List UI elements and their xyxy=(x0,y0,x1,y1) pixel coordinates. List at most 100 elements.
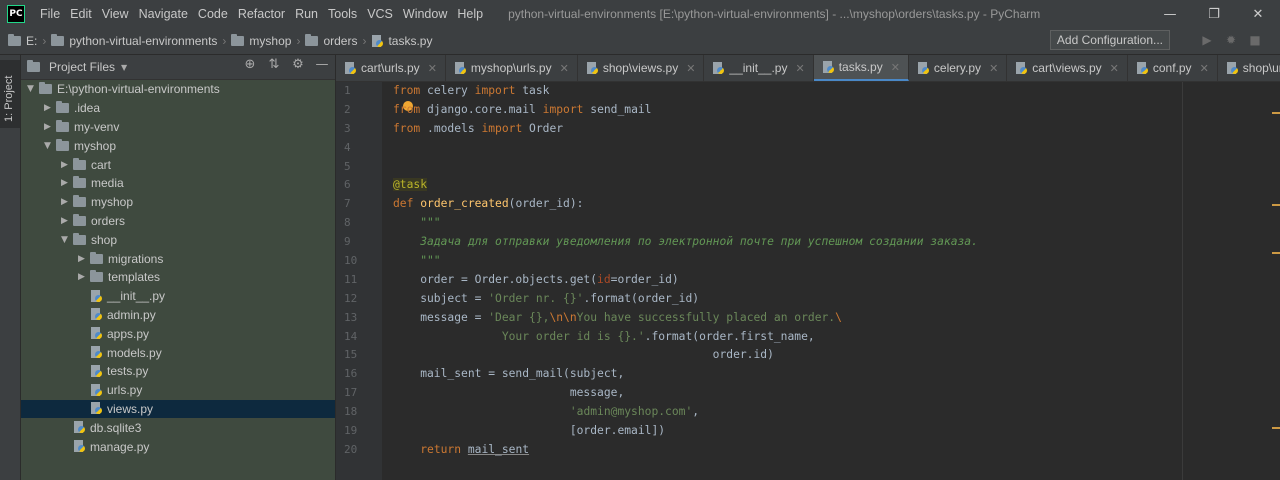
editor-tab[interactable]: shop\views.py ✕ xyxy=(578,55,705,81)
tree-item[interactable]: views.py xyxy=(21,399,335,419)
menu-item-tools[interactable]: Tools xyxy=(323,7,362,21)
menu-item-view[interactable]: View xyxy=(97,7,134,21)
tree-item[interactable]: ▶ my-venv xyxy=(21,118,335,137)
breadcrumb-item[interactable]: orders xyxy=(305,34,357,48)
python-file-icon xyxy=(73,440,86,453)
stripe-marker[interactable] xyxy=(1272,204,1280,206)
code-token: \n\n xyxy=(549,310,577,324)
tree-item[interactable]: models.py xyxy=(21,343,335,362)
menu-item-edit[interactable]: Edit xyxy=(65,7,97,21)
tree-item[interactable]: db.sqlite3 xyxy=(21,418,335,437)
close-tab-icon[interactable]: ✕ xyxy=(686,62,695,75)
menu-item-code[interactable]: Code xyxy=(193,7,233,21)
editor-tab[interactable]: myshop\urls.py ✕ xyxy=(446,55,578,81)
menu-item-run[interactable]: Run xyxy=(290,7,323,21)
editor: cart\urls.py ✕ myshop\urls.py ✕ shop\views.p… xyxy=(336,55,1280,480)
tree-item[interactable]: admin.py xyxy=(21,306,335,325)
expanded-arrow-icon[interactable]: ▼ xyxy=(61,235,73,245)
menu-item-vcs[interactable]: VCS xyxy=(362,7,398,21)
collapsed-arrow-icon[interactable]: ▶ xyxy=(44,122,56,132)
tree-item[interactable]: ▼ E:\python-virtual-environments xyxy=(21,80,335,99)
editor-tab[interactable]: tasks.py ✕ xyxy=(813,55,909,81)
tree-item[interactable]: ▼ shop xyxy=(21,230,335,249)
close-tab-icon[interactable]: ✕ xyxy=(989,62,998,75)
close-tab-icon[interactable]: ✕ xyxy=(428,62,437,75)
hide-icon[interactable]: — xyxy=(315,57,329,72)
tree-item[interactable]: ▼ myshop xyxy=(21,136,335,155)
editor-tab[interactable]: cart\views.py ✕ xyxy=(1007,55,1128,81)
code-area[interactable]: from celery import task from django.core.… xyxy=(393,82,1243,460)
stripe-marker[interactable] xyxy=(1272,252,1280,254)
tree-item-label: templates xyxy=(108,270,161,285)
breadcrumb-item[interactable]: E: xyxy=(8,34,37,48)
locate-icon[interactable]: ⊕ xyxy=(243,57,257,72)
tree-item[interactable]: ▶ myshop xyxy=(21,193,335,212)
tree-item[interactable]: apps.py xyxy=(21,324,335,343)
collapse-all-icon[interactable]: ⇅ xyxy=(267,57,281,72)
collapsed-arrow-icon[interactable]: ▶ xyxy=(78,272,90,282)
line-number: 16 xyxy=(344,367,358,381)
close-icon[interactable]: ✕ xyxy=(1236,0,1280,28)
tree-item[interactable]: ▶ .idea xyxy=(21,99,335,118)
expanded-arrow-icon[interactable]: ▼ xyxy=(27,84,39,94)
close-tab-icon[interactable]: ✕ xyxy=(560,62,569,75)
folder-icon xyxy=(73,232,86,245)
code-token: Задача для отправки уведомления по элект… xyxy=(393,235,978,249)
collapsed-arrow-icon[interactable]: ▶ xyxy=(44,103,56,113)
tree-item[interactable]: __init__.py xyxy=(21,287,335,306)
menu-item-refactor[interactable]: Refactor xyxy=(233,7,290,21)
line-number: 2 xyxy=(344,102,351,116)
editor-tab[interactable]: __init__.py ✕ xyxy=(704,55,814,81)
minimize-icon[interactable]: — xyxy=(1148,0,1192,28)
tree-item[interactable]: tests.py xyxy=(21,362,335,381)
run-icon[interactable]: ▶ xyxy=(1198,30,1216,50)
python-file-icon xyxy=(1226,61,1239,75)
stop-icon[interactable]: ■ xyxy=(1246,30,1264,50)
python-file-icon xyxy=(1015,61,1028,75)
collapsed-arrow-icon[interactable]: ▶ xyxy=(61,197,73,207)
tree-item[interactable]: ▶ templates xyxy=(21,268,335,287)
close-tab-icon[interactable]: ✕ xyxy=(1200,62,1209,75)
editor-tab[interactable]: celery.py ✕ xyxy=(909,55,1008,81)
menu-item-help[interactable]: Help xyxy=(452,7,488,21)
tree-item[interactable]: ▶ media xyxy=(21,174,335,193)
tree-item[interactable]: manage.py xyxy=(21,437,335,456)
error-stripe[interactable] xyxy=(1270,82,1280,480)
menu-item-file[interactable]: File xyxy=(35,7,65,21)
project-files-dropdown[interactable]: Project Files xyxy=(49,60,115,74)
python-file-icon xyxy=(917,61,930,75)
tree-item[interactable]: urls.py xyxy=(21,381,335,400)
breadcrumb-separator: › xyxy=(296,34,301,48)
breadcrumb-item[interactable]: python-virtual-environments xyxy=(51,34,217,48)
expanded-arrow-icon[interactable]: ▼ xyxy=(44,141,56,151)
close-tab-icon[interactable]: ✕ xyxy=(1110,62,1119,75)
menu-item-navigate[interactable]: Navigate xyxy=(134,7,193,21)
collapsed-arrow-icon[interactable]: ▶ xyxy=(78,254,90,264)
tree-item[interactable]: ▶ orders xyxy=(21,212,335,231)
project-tool-window-tab[interactable]: 1: Project xyxy=(0,60,20,128)
breadcrumb-item[interactable]: myshop xyxy=(231,34,291,48)
close-tab-icon[interactable]: ✕ xyxy=(891,61,900,74)
stripe-marker[interactable] xyxy=(1272,427,1280,429)
tree-item-label: db.sqlite3 xyxy=(90,420,142,435)
collapsed-arrow-icon[interactable]: ▶ xyxy=(61,178,73,188)
close-tab-icon[interactable]: ✕ xyxy=(795,62,804,75)
maximize-icon[interactable]: ❐ xyxy=(1192,0,1236,28)
project-panel: Project Files ▼ ⊕ ⇅ ⚙ — ▼ E:\python-virtu… xyxy=(21,55,336,480)
add-configuration-button[interactable]: Add Configuration... xyxy=(1049,30,1170,50)
chevron-down-icon[interactable]: ▼ xyxy=(121,63,127,72)
python-file-icon xyxy=(90,346,103,359)
stripe-marker[interactable] xyxy=(1272,112,1280,114)
breadcrumb-item[interactable]: tasks.py xyxy=(371,34,432,48)
editor-tab[interactable]: cart\urls.py ✕ xyxy=(336,55,446,81)
collapsed-arrow-icon[interactable]: ▶ xyxy=(61,160,73,170)
collapsed-arrow-icon[interactable]: ▶ xyxy=(61,216,73,226)
gear-icon[interactable]: ⚙ xyxy=(291,57,305,72)
tree-item[interactable]: ▶ cart xyxy=(21,155,335,174)
debug-icon[interactable]: ✹ xyxy=(1222,30,1240,50)
editor-tab[interactable]: shop\urls.py✕ xyxy=(1218,55,1280,81)
editor-tab[interactable]: conf.py ✕ xyxy=(1128,55,1218,81)
menu-item-window[interactable]: Window xyxy=(398,7,452,21)
tree-item[interactable]: ▶ migrations xyxy=(21,249,335,268)
